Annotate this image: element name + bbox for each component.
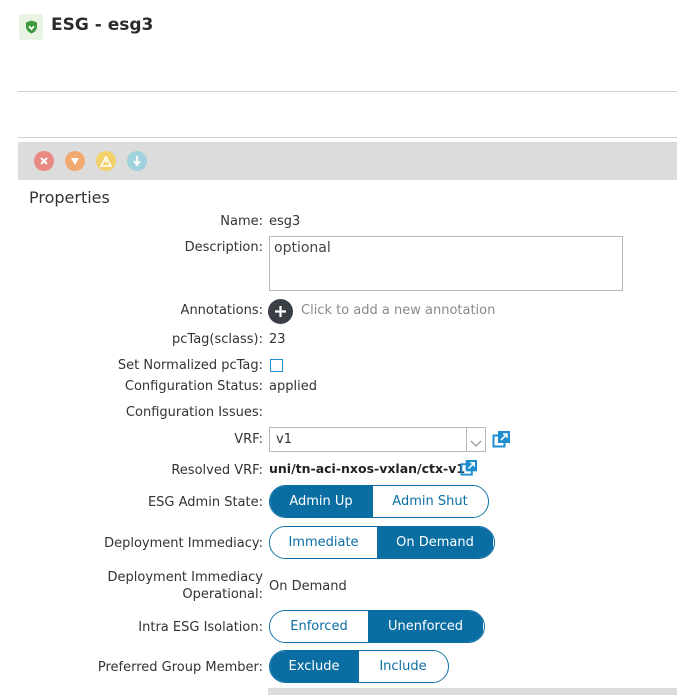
admin-up-button[interactable]: Admin Up — [270, 486, 372, 517]
config-status-label: Configuration Status: — [124, 379, 263, 394]
deploy-operational-value: On Demand — [269, 579, 347, 594]
admin-shut-button[interactable]: Admin Shut — [372, 486, 487, 517]
open-external-icon[interactable] — [492, 430, 511, 453]
config-status-value: applied — [269, 379, 317, 394]
page-header: ESG - esg3 — [0, 0, 677, 92]
admin-state-toggle: Admin Up Admin Shut — [269, 485, 489, 518]
divider — [18, 137, 677, 138]
add-annotation-button[interactable] — [268, 299, 293, 324]
deploy-immediacy-label: Deployment Immediacy: — [104, 536, 263, 551]
open-external-icon[interactable] — [460, 459, 478, 481]
pctag-label: pcTag(sclass): — [172, 332, 263, 347]
fault-toolbar — [18, 142, 677, 180]
deploy-operational-label-line2: Operational: — [182, 587, 263, 602]
deploy-immediacy-toggle: Immediate On Demand — [269, 526, 495, 559]
description-label: Description: — [184, 240, 263, 255]
normalized-pctag-checkbox[interactable] — [270, 359, 283, 372]
vrf-label: VRF: — [234, 432, 263, 447]
description-field[interactable]: optional — [269, 236, 623, 291]
page-title: ESG - esg3 — [51, 15, 154, 35]
add-annotation-link[interactable]: Click to add a new annotation — [301, 303, 495, 318]
annotations-label: Annotations: — [180, 303, 263, 318]
enforced-button[interactable]: Enforced — [270, 611, 368, 642]
plus-icon — [275, 306, 286, 317]
preferred-group-toggle: Exclude Include — [269, 650, 449, 683]
critical-fault-icon[interactable] — [34, 151, 54, 171]
vrf-select-value: v1 — [276, 432, 292, 447]
major-fault-icon[interactable] — [65, 151, 85, 171]
name-label: Name: — [220, 214, 263, 229]
chevron-down-icon[interactable] — [469, 434, 483, 453]
resolved-vrf-value: uni/tn-aci-nxos-vxlan/ctx-v1 — [269, 461, 466, 476]
isolation-label: Intra ESG Isolation: — [138, 620, 263, 635]
shield-icon — [19, 14, 43, 40]
preferred-group-label: Preferred Group Member: — [97, 660, 263, 675]
minor-fault-icon[interactable] — [96, 151, 116, 171]
normalized-pctag-label: Set Normalized pcTag: — [117, 358, 263, 373]
divider — [18, 91, 677, 92]
deploy-operational-label-line1: Deployment Immediacy — [107, 570, 263, 585]
config-issues-label: Configuration Issues: — [125, 405, 263, 420]
unenforced-button[interactable]: Unenforced — [368, 611, 483, 642]
exclude-button[interactable]: Exclude — [270, 651, 358, 682]
scroll-region-edge — [268, 688, 677, 695]
name-value: esg3 — [269, 214, 301, 229]
admin-state-label: ESG Admin State: — [147, 495, 263, 510]
warning-fault-icon[interactable] — [127, 151, 147, 171]
resolved-vrf-label: Resolved VRF: — [171, 463, 263, 478]
isolation-toggle: Enforced Unenforced — [269, 610, 485, 643]
immediate-button[interactable]: Immediate — [270, 527, 377, 558]
include-button[interactable]: Include — [358, 651, 447, 682]
section-title: Properties — [29, 188, 110, 207]
on-demand-button[interactable]: On Demand — [377, 527, 493, 558]
select-divider — [466, 428, 467, 451]
pctag-value: 23 — [269, 332, 286, 347]
vrf-select[interactable]: v1 — [269, 427, 486, 452]
